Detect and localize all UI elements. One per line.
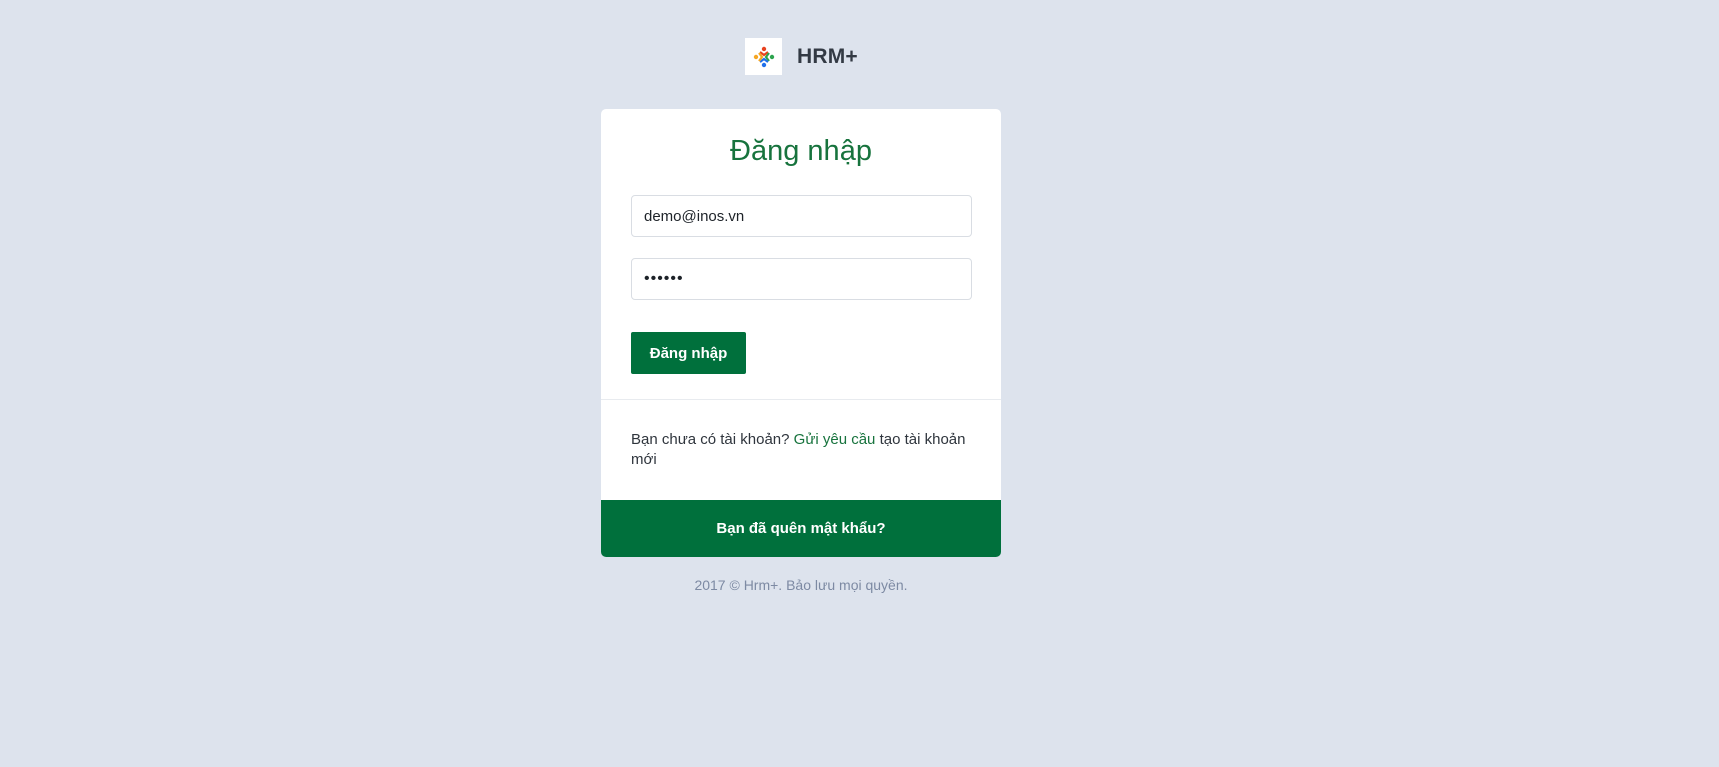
forgot-password-button[interactable]: Bạn đã quên mật khẩu?: [601, 500, 1001, 557]
signup-prefix: Bạn chưa có tài khoản?: [631, 431, 790, 448]
password-field[interactable]: [631, 258, 972, 300]
signup-prompt: Bạn chưa có tài khoản? Gửi yêu cầu tạo t…: [631, 430, 976, 470]
hrm-logo-icon: [745, 38, 782, 75]
login-card: Đăng nhập Đăng nhập Bạn chưa có tài khoả…: [601, 109, 1001, 557]
login-title: Đăng nhập: [730, 135, 872, 167]
forgot-password-label: Bạn đã quên mật khẩu?: [716, 520, 886, 537]
divider: [601, 399, 1001, 400]
brand-header: HRM+: [745, 38, 858, 75]
brand-name: HRM+: [797, 44, 858, 68]
login-button[interactable]: Đăng nhập: [631, 332, 746, 374]
email-field[interactable]: [631, 195, 972, 237]
request-account-link[interactable]: Gửi yêu cầu: [794, 431, 876, 448]
footer-copyright: 2017 © Hrm+. Bảo lưu mọi quyền.: [694, 577, 908, 593]
